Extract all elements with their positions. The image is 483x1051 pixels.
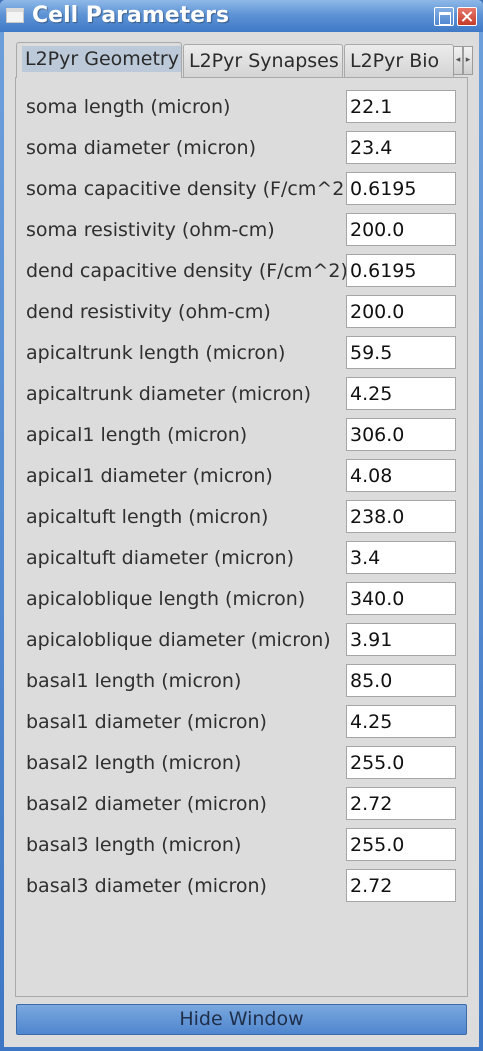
param-value-field[interactable] — [346, 90, 456, 123]
param-row: soma resistivity (ohm-cm) — [26, 213, 456, 247]
param-value-field[interactable] — [346, 295, 456, 328]
param-value-field[interactable] — [346, 787, 456, 820]
param-row: apicaltrunk length (micron) — [26, 336, 456, 370]
param-row: soma length (micron) — [26, 90, 456, 124]
param-row: apicaloblique diameter (micron) — [26, 623, 456, 657]
param-label: apicaloblique length (micron) — [26, 588, 306, 610]
tab-scroll-left-icon[interactable]: ◂ — [453, 46, 463, 75]
param-label: soma resistivity (ohm-cm) — [26, 219, 275, 241]
param-label: basal1 length (micron) — [26, 670, 242, 692]
param-value-field[interactable] — [346, 131, 456, 164]
param-label: soma diameter (micron) — [26, 137, 257, 159]
param-row: apicaltuft length (micron) — [26, 500, 456, 534]
param-label: apical1 length (micron) — [26, 424, 248, 446]
param-value-field[interactable] — [346, 582, 456, 615]
param-value-field[interactable] — [346, 541, 456, 574]
param-row: soma capacitive density (F/cm^2) — [26, 172, 456, 206]
param-value-field[interactable] — [346, 828, 456, 861]
param-value-field[interactable] — [346, 746, 456, 779]
client-area: L2Pyr Geometry L2Pyr Synapses L2Pyr Bio … — [4, 32, 479, 1047]
param-row: apicaltuft diameter (micron) — [26, 541, 456, 575]
param-value-field[interactable] — [346, 336, 456, 369]
param-row: dend capacitive density (F/cm^2) — [26, 254, 456, 288]
param-value-field[interactable] — [346, 664, 456, 697]
param-row: basal2 length (micron) — [26, 746, 456, 780]
hide-window-button[interactable]: Hide Window — [16, 1004, 467, 1035]
param-row: apical1 diameter (micron) — [26, 459, 456, 493]
tab-label: L2Pyr Bio — [350, 50, 440, 72]
param-row: basal1 length (micron) — [26, 664, 456, 698]
tab-l2pyr-bio[interactable]: L2Pyr Bio — [344, 44, 454, 77]
param-value-field[interactable] — [346, 172, 456, 205]
param-label: dend resistivity (ohm-cm) — [26, 301, 271, 323]
param-label: basal1 diameter (micron) — [26, 711, 267, 733]
param-row: apical1 length (micron) — [26, 418, 456, 452]
param-value-field[interactable] — [346, 377, 456, 410]
param-row: basal3 diameter (micron) — [26, 869, 456, 903]
param-row: apicaltrunk diameter (micron) — [26, 377, 456, 411]
tab-scroll-buttons: ◂ ▸ — [453, 46, 473, 75]
param-label: apicaloblique diameter (micron) — [26, 629, 331, 651]
tab-panel: soma length (micron) soma diameter (micr… — [15, 77, 468, 997]
tab-label: L2Pyr Synapses — [189, 50, 339, 72]
param-label: apicaltrunk diameter (micron) — [26, 383, 312, 405]
param-value-field[interactable] — [346, 459, 456, 492]
param-label: soma length (micron) — [26, 96, 231, 118]
close-icon[interactable] — [457, 7, 477, 26]
param-label: apicaltuft diameter (micron) — [26, 547, 294, 569]
param-value-field[interactable] — [346, 705, 456, 738]
param-value-field[interactable] — [346, 418, 456, 451]
tab-bar: L2Pyr Geometry L2Pyr Synapses L2Pyr Bio … — [16, 42, 473, 78]
param-label: basal3 diameter (micron) — [26, 875, 267, 897]
param-row: dend resistivity (ohm-cm) — [26, 295, 456, 329]
tab-scroll-right-icon[interactable]: ▸ — [463, 46, 473, 75]
param-value-field[interactable] — [346, 623, 456, 656]
param-label: soma capacitive density (F/cm^2) — [26, 178, 352, 200]
param-value-field[interactable] — [346, 213, 456, 246]
title-bar[interactable]: Cell Parameters — [0, 0, 483, 32]
window: Cell Parameters L2Pyr Geometry L2Pyr Syn… — [0, 0, 483, 1051]
param-value-field[interactable] — [346, 254, 456, 287]
param-label: basal3 length (micron) — [26, 834, 242, 856]
tab-label: L2Pyr Geometry — [22, 46, 181, 72]
param-label: basal2 diameter (micron) — [26, 793, 267, 815]
param-row: basal2 diameter (micron) — [26, 787, 456, 821]
param-row: basal1 diameter (micron) — [26, 705, 456, 739]
param-label: apicaltrunk length (micron) — [26, 342, 286, 364]
param-label: apical1 diameter (micron) — [26, 465, 273, 487]
param-row: soma diameter (micron) — [26, 131, 456, 165]
param-value-field[interactable] — [346, 500, 456, 533]
param-value-field[interactable] — [346, 869, 456, 902]
param-label: basal2 length (micron) — [26, 752, 242, 774]
param-label: apicaltuft length (micron) — [26, 506, 269, 528]
param-row: basal3 length (micron) — [26, 828, 456, 862]
param-row: apicaloblique length (micron) — [26, 582, 456, 616]
window-icon — [6, 8, 24, 23]
window-title: Cell Parameters — [32, 3, 230, 28]
restore-icon[interactable] — [434, 7, 454, 26]
param-label: dend capacitive density (F/cm^2) — [26, 260, 348, 282]
tab-l2pyr-geometry[interactable]: L2Pyr Geometry — [16, 42, 182, 78]
tab-l2pyr-synapses[interactable]: L2Pyr Synapses — [183, 44, 343, 77]
